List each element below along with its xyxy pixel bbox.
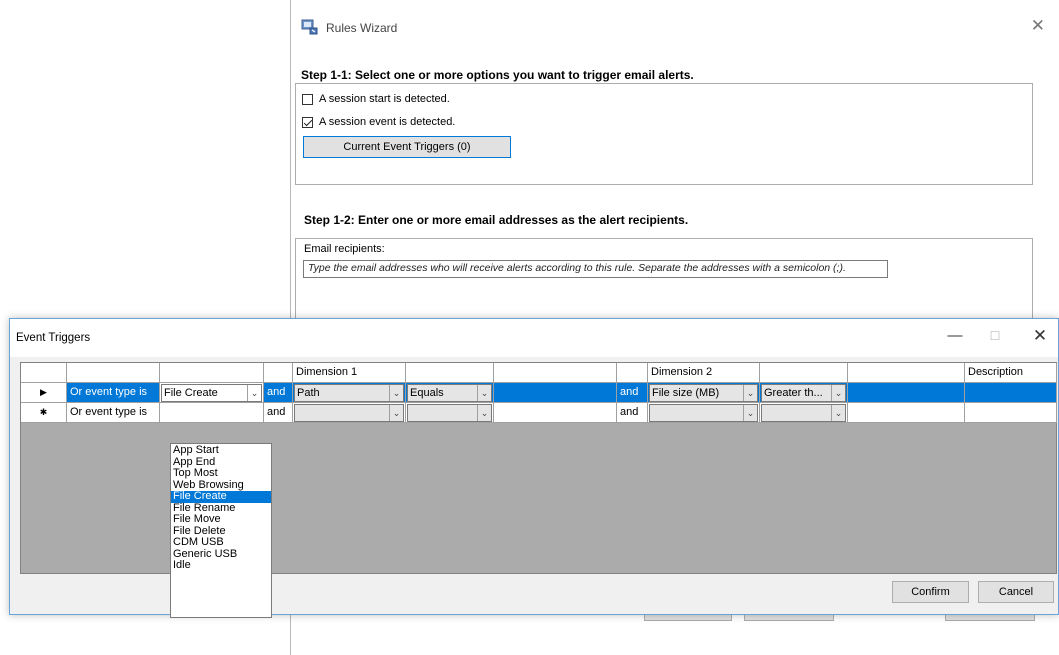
current-event-triggers-button[interactable]: Current Event Triggers (0) xyxy=(303,136,511,158)
chevron-down-icon[interactable]: ⌄ xyxy=(477,385,491,401)
step1-heading: Step 1-1: Select one or more options you… xyxy=(301,68,694,82)
trigger-options-panel: A session start is detected. A session e… xyxy=(295,83,1033,185)
dim2-operator-cell[interactable]: ⌄ xyxy=(760,403,848,423)
dim1-operator-select[interactable]: ⌄ xyxy=(407,404,492,422)
title-bar[interactable]: Event Triggers — ☐ ✕ xyxy=(10,319,1058,357)
close-icon[interactable]: ✕ xyxy=(1025,326,1055,346)
event-triggers-window: Event Triggers — ☐ ✕ Dimension 1 Dimensi… xyxy=(9,318,1059,618)
rules-wizard-icon xyxy=(301,19,318,35)
chevron-down-icon[interactable]: ⌄ xyxy=(743,385,757,401)
header-event-type xyxy=(160,363,264,383)
event-type-cell[interactable]: File Create ⌄ xyxy=(160,383,264,403)
cancel-button[interactable]: Cancel xyxy=(978,581,1054,603)
header-and1 xyxy=(264,363,293,383)
chevron-down-icon[interactable]: ⌄ xyxy=(743,405,757,421)
dropdown-option[interactable]: CDM USB xyxy=(171,537,271,549)
row-selected-marker[interactable]: ▶ xyxy=(21,383,67,403)
window-title: Event Triggers xyxy=(16,332,91,344)
dim2-operator-cell[interactable]: Greater th... ⌄ xyxy=(760,383,848,403)
dim1-field-select[interactable]: Path ⌄ xyxy=(294,384,404,402)
maximize-icon: ☐ xyxy=(989,329,1001,343)
event-type-value: File Create xyxy=(164,387,218,399)
close-icon[interactable]: ✕ xyxy=(1031,16,1045,36)
dim1-operator-select[interactable]: Equals ⌄ xyxy=(407,384,492,402)
header-and2 xyxy=(617,363,648,383)
row-prefix: Or event type is xyxy=(67,383,160,403)
dim1-field-cell[interactable]: Path ⌄ xyxy=(293,383,406,403)
dim2-operator-select[interactable]: Greater th... ⌄ xyxy=(761,384,846,402)
dim2-field-cell[interactable]: File size (MB) ⌄ xyxy=(648,383,760,403)
new-row-marker[interactable]: ✱ xyxy=(21,403,67,423)
dim1-operator-cell[interactable]: Equals ⌄ xyxy=(406,383,494,403)
dim1-field-value: Path xyxy=(297,387,320,399)
email-recipients-label: Email recipients: xyxy=(304,243,385,255)
session-event-label: A session event is detected. xyxy=(319,116,456,128)
chevron-down-icon[interactable]: ⌄ xyxy=(831,385,845,401)
event-type-cell[interactable] xyxy=(160,403,264,423)
dim2-operator-value: Greater th... xyxy=(764,387,823,399)
dropdown-option[interactable]: Idle xyxy=(171,560,271,572)
dropdown-option[interactable]: Top Most xyxy=(171,468,271,480)
dropdown-option[interactable]: File Move xyxy=(171,514,271,526)
chevron-down-icon[interactable]: ⌄ xyxy=(247,385,261,401)
dim1-value-cell[interactable] xyxy=(494,403,617,423)
and-label: and xyxy=(264,383,293,403)
header-dim1-operator xyxy=(406,363,494,383)
header-prefix xyxy=(67,363,160,383)
dim2-field-cell[interactable]: ⌄ xyxy=(648,403,760,423)
chevron-down-icon[interactable]: ⌄ xyxy=(389,405,403,421)
session-start-option[interactable]: A session start is detected. xyxy=(302,93,450,105)
dim2-field-select[interactable]: ⌄ xyxy=(649,404,758,422)
header-dim2-value xyxy=(848,363,965,383)
row-prefix: Or event type is xyxy=(67,403,160,423)
confirm-button[interactable]: Confirm xyxy=(892,581,969,603)
chevron-down-icon[interactable]: ⌄ xyxy=(831,405,845,421)
session-event-checkbox[interactable] xyxy=(302,116,313,128)
window-title: Rules Wizard xyxy=(326,21,398,35)
and-label: and xyxy=(264,403,293,423)
dim1-field-cell[interactable]: ⌄ xyxy=(293,403,406,423)
dropdown-option[interactable]: App Start xyxy=(171,445,271,457)
header-dim1-value xyxy=(494,363,617,383)
event-type-dropdown-list[interactable]: App Start App End Top Most Web Browsing File… xyxy=(170,443,272,618)
session-start-label: A session start is detected. xyxy=(319,93,450,105)
dim2-value-cell[interactable] xyxy=(848,403,965,423)
dim2-operator-select[interactable]: ⌄ xyxy=(761,404,846,422)
dim2-value-cell[interactable] xyxy=(848,383,965,403)
chevron-down-icon[interactable]: ⌄ xyxy=(477,405,491,421)
minimize-icon[interactable]: — xyxy=(940,326,970,346)
step2-heading: Step 1-2: Enter one or more email addres… xyxy=(304,213,689,227)
dim2-field-value: File size (MB) xyxy=(652,387,720,399)
header-description: Description xyxy=(965,363,1057,383)
chevron-down-icon[interactable]: ⌄ xyxy=(389,385,403,401)
dim1-value-cell[interactable] xyxy=(494,383,617,403)
description-cell[interactable] xyxy=(965,383,1057,403)
header-dimension2: Dimension 2 xyxy=(648,363,760,383)
dim2-field-select[interactable]: File size (MB) ⌄ xyxy=(649,384,758,402)
and-label: and xyxy=(617,383,648,403)
description-cell[interactable] xyxy=(965,403,1057,423)
and-label: and xyxy=(617,403,648,423)
header-dimension1: Dimension 1 xyxy=(293,363,406,383)
event-triggers-grid: Dimension 1 Dimension 2 Description ▶ Or… xyxy=(20,362,1057,618)
dim1-operator-cell[interactable]: ⌄ xyxy=(406,403,494,423)
event-type-select[interactable]: File Create ⌄ xyxy=(161,384,262,402)
header-row-marker xyxy=(21,363,67,383)
session-start-checkbox[interactable] xyxy=(302,93,313,105)
dim1-field-select[interactable]: ⌄ xyxy=(294,404,404,422)
dim1-operator-value: Equals xyxy=(410,387,444,399)
header-dim2-operator xyxy=(760,363,848,383)
email-recipients-input[interactable]: Type the email addresses who will receiv… xyxy=(303,260,888,278)
dropdown-option[interactable]: File Create xyxy=(171,491,271,503)
session-event-option[interactable]: A session event is detected. xyxy=(302,116,455,128)
